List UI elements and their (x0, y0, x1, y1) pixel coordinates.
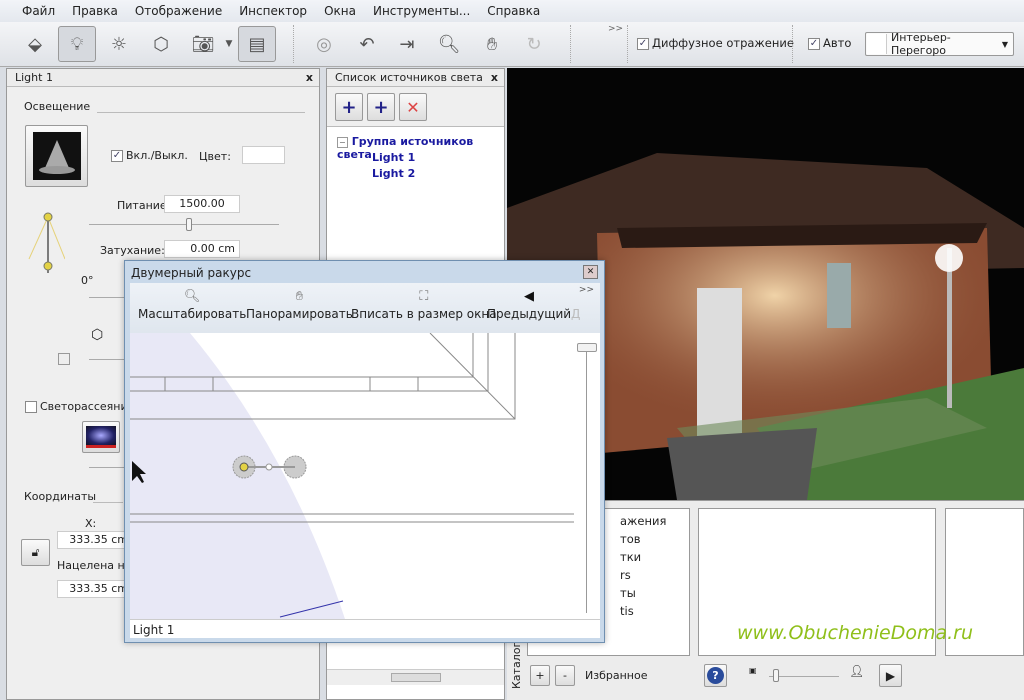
section-lighting: Освещение (24, 100, 91, 113)
toolbar-overflow[interactable]: >> (608, 24, 623, 34)
menu-help[interactable]: Справка (487, 4, 540, 18)
power-slider-thumb[interactable] (186, 218, 192, 231)
chevron-down-icon[interactable]: ▼ (222, 26, 236, 62)
tree-item-light-2[interactable]: Light 2 (372, 167, 415, 180)
arrow-left-icon: ◀ (524, 289, 535, 304)
add-light-button[interactable]: + (367, 93, 395, 121)
vertical-scrollbar[interactable] (574, 333, 600, 619)
power-field[interactable]: 1500.00 (164, 195, 240, 213)
lock-icon[interactable]: 🔓︎ (21, 539, 50, 566)
delete-light-button[interactable]: ✕ (399, 93, 427, 121)
spotlight-icon (32, 132, 81, 180)
zoom-tool[interactable]: 🔍︎ Масштабировать (138, 289, 246, 321)
2d-view-dialog: Двумерный ракурс ✕ >> 🔍︎ Масштабировать ✋… (124, 260, 605, 643)
help-icon: ? (707, 667, 724, 684)
tree-group[interactable]: − Группа источников света (337, 135, 504, 161)
scrollbar-thumb[interactable] (577, 343, 597, 352)
catalog-item[interactable]: rs (620, 566, 689, 584)
enter-icon[interactable]: ⇥ (388, 26, 426, 62)
menu-inspector[interactable]: Инспектор (239, 4, 307, 18)
material-swatch (867, 34, 887, 54)
auto-checkbox[interactable]: ✓ Авто (808, 36, 851, 50)
watermark: www.ObuchenieDoma.ru (737, 622, 973, 644)
color-swatch[interactable] (242, 146, 285, 164)
close-icon[interactable]: x (491, 71, 498, 84)
favorites-label: Избранное (585, 669, 648, 682)
diffusion-texture-button[interactable] (82, 421, 120, 453)
play-icon[interactable]: ▶ (879, 664, 902, 687)
help-button[interactable]: ? (704, 664, 727, 687)
hand-icon[interactable]: ✋︎ (473, 26, 511, 62)
close-icon[interactable]: x (306, 71, 313, 84)
zoom-icon[interactable]: 🔍︎ (430, 26, 468, 62)
add-favorite-button[interactable]: + (530, 665, 550, 686)
remove-favorite-button[interactable]: - (555, 665, 575, 686)
collapse-icon[interactable]: − (337, 137, 348, 148)
fit-icon: ⛶ (419, 289, 429, 304)
checkbox[interactable] (58, 353, 70, 365)
light-bulb-icon[interactable]: 💡︎ (58, 26, 96, 62)
material-select[interactable]: Интерьер- Перегоро ▼ (865, 31, 1014, 57)
orbit-icon[interactable]: ◎ (305, 26, 343, 62)
catalog-item[interactable]: ты (620, 584, 689, 602)
large-thumbnail-icon: 👤︎ (849, 664, 865, 678)
camera-icon[interactable]: 📷︎ (184, 26, 222, 62)
menu-view[interactable]: Отображение (135, 4, 222, 18)
menu-windows[interactable]: Окна (324, 4, 356, 18)
undo-icon[interactable]: ↶ (348, 26, 386, 62)
small-thumbnail-icon: ▣ (749, 666, 757, 675)
thumbnail-size-slider[interactable] (769, 676, 839, 677)
dialog-title: Двумерный ракурс (131, 266, 252, 280)
diffusion-checkbox[interactable]: Светорассеяние (25, 400, 134, 413)
panel-title: Light 1 (15, 71, 53, 84)
tree-item-light-1[interactable]: Light 1 (372, 151, 415, 164)
target-field[interactable]: 333.35 cm (57, 580, 129, 598)
status-bar: Light 1 (130, 619, 600, 638)
catalog-item[interactable]: тки (620, 548, 689, 566)
cube-pencil-icon: ⬡ (91, 327, 104, 343)
add-group-button[interactable]: + (335, 93, 363, 121)
light-type-button[interactable] (25, 125, 88, 187)
checkbox-icon: ✓ (637, 37, 649, 50)
diffuse-checkbox[interactable]: ✓ Диффузное отражение (637, 36, 794, 50)
catalog-item[interactable]: тов (620, 530, 689, 548)
pan-tool[interactable]: ✋︎ Панорамировать (246, 289, 353, 321)
cube-icon[interactable]: ⬡ (142, 26, 180, 62)
thumbnail-slider-thumb[interactable] (773, 669, 779, 682)
fit-window-tool[interactable]: ⛶ Вписать в размер окна (351, 289, 497, 321)
checkbox-icon: ✓ (808, 37, 820, 50)
next-tool[interactable]: Д (571, 289, 580, 321)
redo-icon[interactable]: ↻ (515, 26, 553, 62)
menu-file[interactable]: Файл (22, 4, 55, 18)
menu-bar: Файл Правка Отображение Инспектор Окна И… (0, 0, 1024, 22)
color-label: Цвет: (199, 150, 231, 163)
tab-catalog[interactable]: Каталог (510, 641, 524, 689)
toolbar: ⬙ 💡︎ ☼ ⬡ 📷︎ ▼ ▤ ◎ ↶ ⇥ 🔍︎ ✋︎ ↻ >> ✓ Диффуз… (0, 22, 1024, 67)
menu-tools[interactable]: Инструменты... (373, 4, 470, 18)
attenuation-field[interactable]: 0.00 cm (164, 240, 240, 258)
previous-tool[interactable]: ◀ Предыдущий (487, 289, 571, 321)
onoff-checkbox[interactable]: ✓ Вкл./Выкл. (111, 149, 188, 162)
menu-edit[interactable]: Правка (72, 4, 118, 18)
flare-icon (86, 426, 116, 448)
chevron-down-icon: ▼ (1001, 39, 1008, 49)
catalog-item[interactable]: ажения (620, 512, 689, 530)
close-icon[interactable]: ✕ (583, 265, 598, 279)
paint-bucket-icon[interactable]: ⬙ (16, 26, 54, 62)
toolbar-overflow[interactable]: >> (579, 285, 594, 295)
document-icon[interactable]: ▤ (238, 26, 276, 62)
magnifier-icon: 🔍︎ (183, 289, 201, 304)
2d-plan-canvas[interactable] (130, 333, 574, 619)
x-coordinate-field[interactable]: 333.35 cm (57, 531, 129, 549)
spot-cone-icon (28, 212, 65, 273)
power-slider[interactable] (89, 224, 279, 225)
horizontal-scrollbar[interactable] (327, 669, 504, 685)
catalog-item[interactable]: tis (620, 602, 689, 620)
sun-icon[interactable]: ☼ (100, 26, 138, 62)
hand-icon: ✋︎ (295, 289, 304, 304)
